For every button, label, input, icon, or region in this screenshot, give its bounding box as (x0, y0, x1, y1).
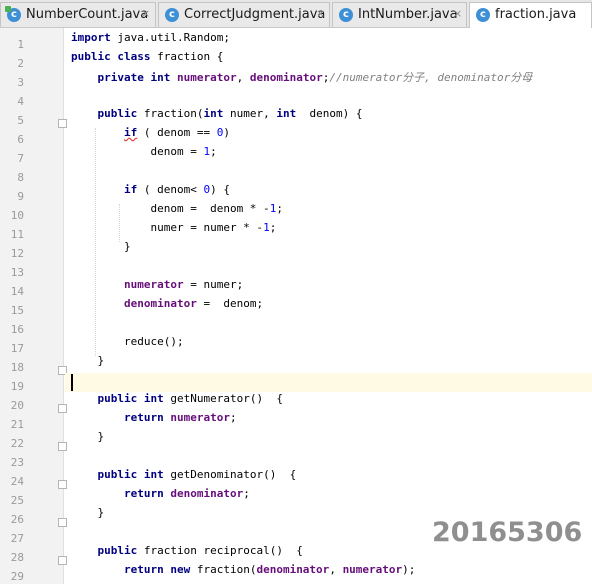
line-number: 29 (10, 570, 24, 583)
code-line[interactable]: return numerator; (71, 411, 237, 430)
text-caret (71, 374, 73, 391)
line-number: 10 (10, 209, 24, 222)
tab-correctjudgment[interactable]: c CorrectJudgment.java × (158, 2, 330, 27)
code-line[interactable]: public class fraction { (71, 50, 223, 69)
java-class-icon: c (339, 8, 353, 22)
line-number: 18 (10, 361, 24, 374)
line-number: 15 (10, 304, 24, 317)
line-number: 22 (10, 437, 24, 450)
tab-intnumber[interactable]: c IntNumber.java × (332, 2, 467, 27)
line-number: 9 (17, 190, 24, 203)
code-line[interactable]: if ( denom< 0) { (71, 183, 230, 202)
code-line[interactable]: public fraction reciprocal() { (71, 544, 303, 563)
tab-label: NumberCount.java (26, 7, 149, 22)
line-number: 27 (10, 532, 24, 545)
line-number: 24 (10, 475, 24, 488)
line-number: 8 (17, 171, 24, 184)
code-line[interactable]: public fraction(int numer, int denom) { (71, 107, 363, 126)
code-line[interactable]: denom = denom * -1; (71, 202, 282, 221)
line-number: 11 (10, 228, 24, 241)
line-number: 23 (10, 456, 24, 469)
code-line[interactable]: denominator = denom; (71, 297, 263, 316)
code-editor[interactable]: import java.util.Random; public class fra… (65, 28, 592, 584)
line-number: 17 (10, 342, 24, 355)
line-number: 2 (17, 57, 24, 70)
code-line[interactable]: } (71, 240, 131, 259)
code-line[interactable]: } (71, 430, 104, 449)
line-number-gutter[interactable]: 1 2 3 4 5 6 7 8 9 10 11 12 13 14 15 16 17 18 19 20 21 22 23 24 2… (0, 28, 67, 584)
java-class-icon: c (476, 8, 490, 22)
line-number: 16 (10, 323, 24, 336)
close-icon[interactable]: × (316, 7, 325, 20)
line-number: 25 (10, 494, 24, 507)
line-number: 12 (10, 247, 24, 260)
line-number: 20 (10, 399, 24, 412)
line-number: 5 (17, 114, 24, 127)
code-line[interactable]: numer = numer * -1; (71, 221, 276, 240)
code-line[interactable]: } (71, 506, 104, 525)
line-number: 7 (17, 152, 24, 165)
line-number: 13 (10, 266, 24, 279)
line-number: 26 (10, 513, 24, 526)
line-number: 6 (17, 133, 24, 146)
tab-label: CorrectJudgment.java (184, 7, 326, 22)
current-line-highlight (65, 373, 592, 392)
line-number: 4 (17, 95, 24, 108)
code-line[interactable]: if ( denom == 0) (71, 126, 230, 145)
close-icon[interactable]: × (453, 7, 462, 20)
java-class-runnable-icon: c (5, 6, 21, 22)
line-number: 1 (17, 38, 24, 51)
editor-tab-bar: c NumberCount.java × c CorrectJudgment.j… (0, 0, 592, 28)
tab-label: IntNumber.java (358, 7, 458, 22)
code-line[interactable]: return denominator; (71, 487, 250, 506)
line-number: 28 (10, 551, 24, 564)
line-number: 19 (10, 380, 24, 393)
code-line[interactable]: import java.util.Random; (71, 31, 230, 50)
line-number: 14 (10, 285, 24, 298)
code-line[interactable]: } (71, 354, 104, 373)
close-icon[interactable]: × (141, 7, 150, 20)
code-line[interactable]: private int numerator, denominator;//num… (71, 69, 533, 88)
code-line[interactable]: return new fraction(denominator, numerat… (71, 563, 415, 582)
line-number: 21 (10, 418, 24, 431)
watermark-text: 20165306 (432, 517, 583, 548)
line-number: 3 (17, 76, 24, 89)
tab-numbercount[interactable]: c NumberCount.java × (0, 2, 156, 27)
code-line[interactable]: public int getDenominator() { (71, 468, 297, 487)
code-line[interactable]: numerator = numer; (71, 278, 243, 297)
code-line[interactable]: reduce(); (71, 335, 184, 354)
code-line[interactable]: public int getNumerator() { (71, 392, 283, 411)
tab-label: fraction.java (495, 7, 577, 22)
tab-fraction[interactable]: c fraction.java (469, 2, 592, 28)
code-line[interactable]: denom = 1; (71, 145, 216, 164)
java-class-icon: c (165, 8, 179, 22)
